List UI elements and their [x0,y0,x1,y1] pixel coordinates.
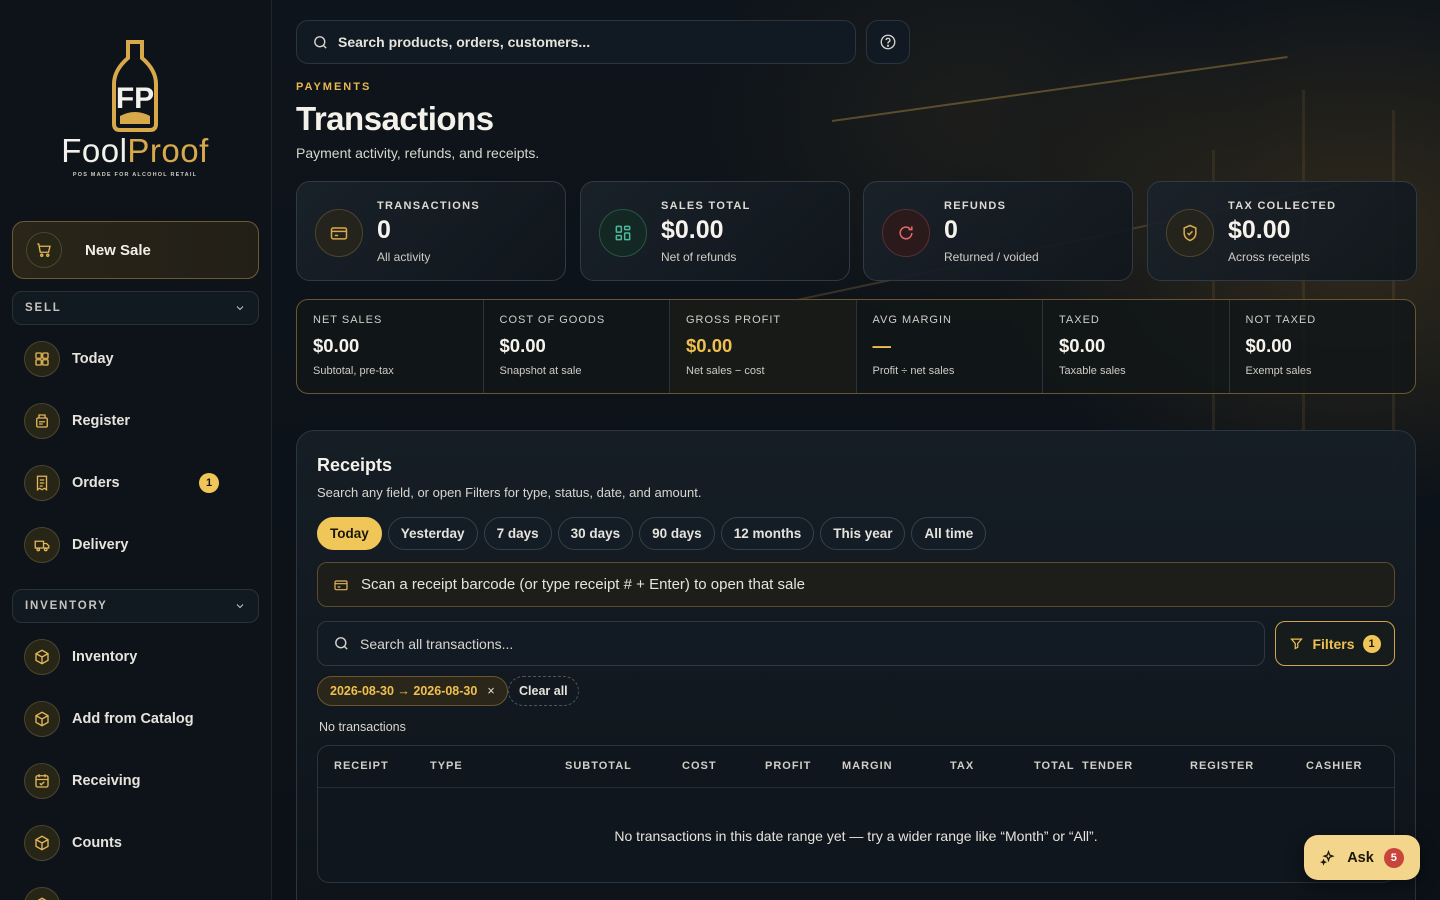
table-header: RECEIPT TYPE SUBTOTAL COST PROFIT MARGIN… [318,746,1394,788]
cart-icon [26,232,62,268]
clear-all-filters-button[interactable]: Clear all [508,676,579,706]
sidebar-item-delivery[interactable]: Delivery [24,525,259,565]
truck-icon [24,527,60,563]
sidebar-item-orders[interactable]: Orders 1 [24,463,259,503]
box-icon [24,639,60,675]
global-search-input[interactable]: Search products, orders, customers... [296,20,856,64]
help-button[interactable] [866,20,910,64]
sidebar-item-add-from-catalog[interactable]: Add from Catalog [24,699,259,739]
transactions-table: RECEIPT TYPE SUBTOTAL COST PROFIT MARGIN… [317,745,1395,883]
column-header-type[interactable]: TYPE [430,760,463,772]
column-header-subtotal[interactable]: SUBTOTAL [565,760,632,772]
range-chip-12-months[interactable]: 12 months [720,517,815,550]
section-toggle-sell[interactable]: SELL [12,291,259,325]
sidebar-item-today[interactable]: Today [24,339,259,379]
metric-taxed: TAXED $0.00 Taxable sales [1043,300,1230,393]
page-title: Transactions [296,100,494,137]
search-icon [335,637,348,650]
brand-logo[interactable]: FP FoolProof POS MADE FOR ALCOHOL RETAIL [40,38,230,183]
range-chip-this-year[interactable]: This year [820,517,906,550]
svg-text:FP: FP [116,82,154,115]
metric-not-taxed: NOT TAXED $0.00 Exempt sales [1245,314,1317,377]
date-range-chips: Today Yesterday 7 days 30 days 90 days 1… [317,517,987,550]
column-header-receipt[interactable]: RECEIPT [334,760,389,772]
bottle-icon: FP [112,40,158,132]
filters-count-badge: 1 [1362,634,1381,653]
orders-badge: 1 [199,473,219,493]
empty-state-message: No transactions in this date range yet —… [614,828,1098,844]
box-icon [24,887,60,900]
search-icon [314,35,327,49]
column-header-margin[interactable]: MARGIN [842,760,893,772]
column-header-total[interactable]: TOTAL [1034,760,1075,772]
range-chip-all-time[interactable]: All time [911,517,987,550]
section-toggle-inventory[interactable]: INVENTORY [12,589,259,623]
stat-card-refunds: REFUNDS 0 Returned / voided [863,181,1133,281]
receipts-subtitle: Search any field, or open Filters for ty… [317,485,702,500]
new-sale-button[interactable]: New Sale [12,221,259,279]
ask-badge: 5 [1383,847,1404,868]
column-header-register[interactable]: REGISTER [1190,760,1254,772]
sidebar-item-counts[interactable]: Counts [24,823,259,863]
transactions-search-input[interactable]: Search all transactions... [317,621,1265,666]
column-header-cashier[interactable]: CASHIER [1306,760,1363,772]
main-content: Search products, orders, customers... PA… [272,0,1440,900]
grid-icon [599,209,647,257]
receipt-scan-input[interactable]: Scan a receipt barcode (or type receipt … [317,562,1395,607]
range-chip-90-days[interactable]: 90 days [639,517,715,550]
range-chip-today[interactable]: Today [317,517,382,550]
metrics-strip: NET SALES $0.00 Subtotal, pre-tax COST OF … [296,299,1416,394]
range-chip-7-days[interactable]: 7 days [483,517,552,550]
column-header-tender[interactable]: TENDER [1082,760,1133,772]
stat-card-transactions: TRANSACTIONS 0 All activity [296,181,566,281]
sidebar-item-receiving[interactable]: Receiving [24,761,259,801]
metric-net-sales: NET SALES $0.00 Subtotal, pre-tax [297,300,484,393]
filter-icon [1290,638,1304,650]
sidebar-item-inventory[interactable]: Inventory [24,637,259,677]
range-chip-yesterday[interactable]: Yesterday [387,517,478,550]
sidebar-item-more[interactable] [24,885,259,900]
transactions-count: No transactions [319,720,406,734]
receipts-panel: Receipts Search any field, or open Filte… [296,430,1416,900]
brand-name: FoolProof [61,132,209,169]
sparkle-icon [1320,849,1335,866]
chevron-down-icon [236,306,244,311]
brand-tagline: POS MADE FOR ALCOHOL RETAIL [72,172,198,178]
shield-check-icon [1166,209,1214,257]
box-icon [24,825,60,861]
register-icon [24,403,60,439]
receipt-icon [24,465,60,501]
help-icon [880,34,896,50]
column-header-profit[interactable]: PROFIT [765,760,811,772]
stat-card-tax-collected: TAX COLLECTED $0.00 Across receipts [1147,181,1417,281]
sidebar: FP FoolProof POS MADE FOR ALCOHOL RETAIL… [0,0,272,900]
stat-card-sales-total: SALES TOTAL $0.00 Net of refunds [580,181,850,281]
column-header-cost[interactable]: COST [682,760,717,772]
column-header-tax[interactable]: TAX [950,760,974,772]
refund-icon [882,209,930,257]
range-chip-30-days[interactable]: 30 days [557,517,634,550]
page-eyebrow: PAYMENTS [296,81,372,93]
receipts-title: Receipts [317,455,393,475]
dashboard-icon [24,341,60,377]
card-icon [315,209,363,257]
remove-filter-icon[interactable]: × [487,684,494,698]
card-icon [334,579,348,590]
metric-avg-margin: AVG MARGIN — Profit ÷ net sales [857,300,1043,393]
calendar-check-icon [24,763,60,799]
active-date-filter-chip[interactable]: 2026-08-30 → 2026-08-30 × [317,676,508,706]
chevron-down-icon [236,604,244,609]
filters-button[interactable]: Filters 1 [1275,621,1395,666]
box-icon [24,701,60,737]
metric-gross-profit: GROSS PROFIT $0.00 Net sales − cost [670,300,857,393]
ask-assistant-button[interactable]: Ask 5 [1304,835,1420,880]
page-subtitle: Payment activity, refunds, and receipts. [296,145,540,161]
sidebar-item-register[interactable]: Register [24,401,259,441]
metric-cost-of-goods: COST OF GOODS $0.00 Snapshot at sale [484,300,670,393]
